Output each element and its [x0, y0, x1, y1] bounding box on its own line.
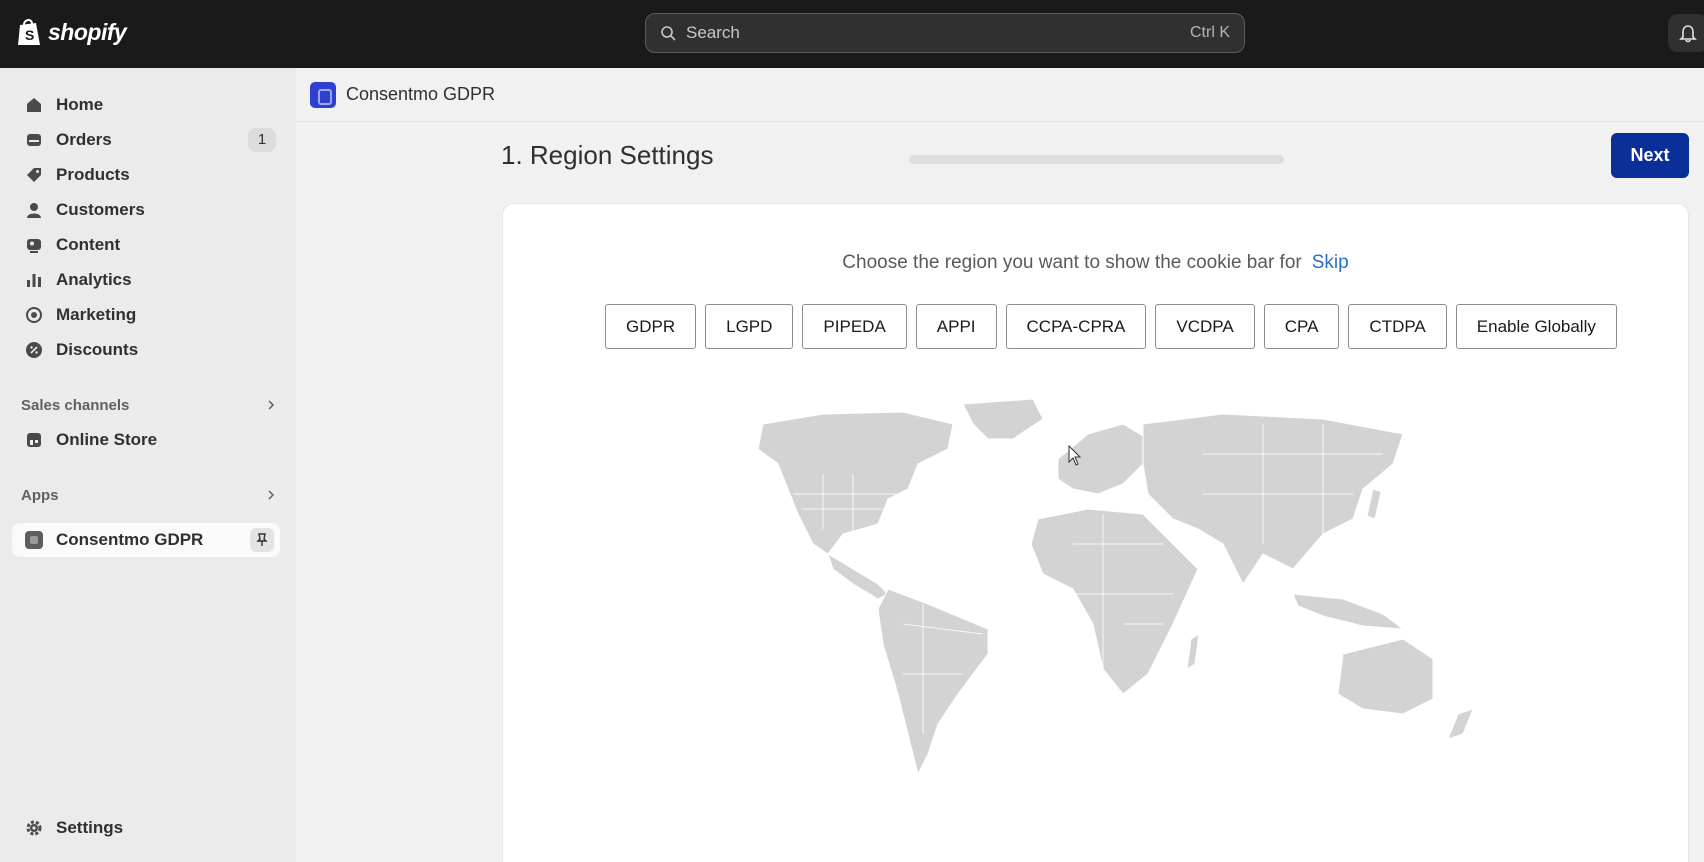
app-header: Consentmo GDPR [296, 68, 1704, 122]
sidebar-item-discounts[interactable]: Discounts [12, 333, 280, 367]
consentmo-logo-icon [310, 81, 336, 108]
map-new-zealand [1447, 708, 1474, 740]
skip-link[interactable]: Skip [1312, 252, 1349, 273]
world-map[interactable] [703, 394, 1503, 854]
map-australia [1337, 638, 1434, 715]
person-icon [24, 200, 44, 220]
sidebar-item-label: Customers [56, 200, 145, 219]
discount-icon [24, 340, 44, 360]
section-label: Apps [21, 486, 59, 504]
map-africa [1030, 508, 1199, 695]
map-central-america [827, 552, 889, 600]
sidebar-item-settings[interactable]: Settings [12, 811, 280, 845]
search-icon [661, 26, 676, 41]
search-input[interactable]: Search Ctrl K [645, 13, 1245, 53]
sidebar: Home Orders 1 Products Customers Content… [0, 68, 296, 862]
sidebar-item-label: Marketing [56, 305, 137, 324]
map-north-america [757, 411, 954, 555]
sidebar-item-analytics[interactable]: Analytics [12, 263, 280, 297]
notifications-button[interactable] [1668, 14, 1704, 52]
region-button-cpa[interactable]: CPA [1263, 304, 1340, 349]
sidebar-item-online-store[interactable]: Online Store [12, 423, 280, 457]
region-button-enable-globally[interactable]: Enable Globally [1455, 304, 1617, 349]
app-title: Consentmo GDPR [346, 84, 496, 104]
sidebar-item-consentmo-gdpr[interactable]: Consentmo GDPR [12, 523, 280, 557]
bar-chart-icon [24, 270, 44, 290]
bell-icon [1679, 25, 1697, 43]
region-prompt: Choose the region you want to show the c… [503, 252, 1688, 274]
region-button-appi[interactable]: APPI [915, 304, 997, 349]
apps-header[interactable]: Apps [21, 483, 276, 507]
map-southeast-asia [1292, 593, 1405, 630]
region-settings-card: Choose the region you want to show the c… [502, 203, 1689, 862]
chevron-right-icon [268, 490, 275, 500]
target-icon [24, 305, 44, 325]
sales-channels-header[interactable]: Sales channels [21, 393, 276, 417]
chevron-right-icon [268, 400, 275, 410]
app-icon [24, 530, 44, 550]
next-button[interactable]: Next [1611, 133, 1689, 178]
region-button-vcdpa[interactable]: VCDPA [1155, 304, 1255, 349]
orders-icon [24, 130, 44, 150]
prompt-text: Choose the region you want to show the c… [842, 252, 1302, 273]
sidebar-item-label: Settings [56, 818, 124, 837]
sidebar-item-label: Consentmo GDPR [56, 530, 204, 549]
section-label: Sales channels [21, 396, 130, 414]
map-japan [1366, 488, 1382, 520]
sidebar-item-content[interactable]: Content [12, 228, 280, 262]
sidebar-item-customers[interactable]: Customers [12, 193, 280, 227]
sidebar-item-label: Home [56, 95, 104, 114]
sidebar-item-label: Online Store [56, 430, 158, 449]
home-icon [24, 95, 44, 115]
sidebar-item-products[interactable]: Products [12, 158, 280, 192]
region-button-ctdpa[interactable]: CTDPA [1348, 304, 1447, 349]
pin-button[interactable] [250, 528, 274, 552]
map-south-america [877, 588, 989, 776]
sidebar-item-label: Products [56, 165, 130, 184]
pin-icon [256, 533, 268, 546]
tag-icon [24, 165, 44, 185]
svg-text:S: S [25, 27, 34, 43]
sidebar-item-orders[interactable]: Orders 1 [12, 123, 280, 157]
progress-bar [909, 155, 1284, 164]
region-buttons: GDPR LGPD PIPEDA APPI CCPA-CPRA VCDPA CP… [605, 304, 1617, 349]
sidebar-item-marketing[interactable]: Marketing [12, 298, 280, 332]
map-greenland [962, 398, 1044, 440]
shopify-logo[interactable]: S shopify [16, 17, 127, 47]
sidebar-item-label: Orders [56, 130, 112, 149]
search-shortcut: Ctrl K [1190, 24, 1230, 41]
search-placeholder: Search [686, 23, 740, 42]
content-icon [24, 235, 44, 255]
region-button-lgpd[interactable]: LGPD [705, 304, 794, 349]
gear-icon [24, 818, 44, 838]
mouse-cursor-icon [1068, 445, 1082, 466]
orders-count-badge: 1 [248, 128, 276, 152]
region-button-ccpa-cpra[interactable]: CCPA-CPRA [1005, 304, 1147, 349]
sidebar-item-label: Discounts [56, 340, 139, 359]
shopify-bag-icon: S [18, 19, 40, 45]
region-button-gdpr[interactable]: GDPR [605, 304, 697, 349]
sidebar-item-label: Analytics [56, 270, 132, 289]
top-bar: S shopify Search Ctrl K [0, 0, 1704, 68]
sidebar-item-label: Content [56, 235, 121, 254]
page-title: 1. Region Settings [501, 140, 714, 170]
store-icon [24, 430, 44, 450]
map-madagascar [1186, 633, 1200, 670]
region-button-pipeda[interactable]: PIPEDA [802, 304, 907, 349]
logo-text: shopify [48, 18, 127, 45]
sidebar-item-home[interactable]: Home [12, 88, 280, 122]
